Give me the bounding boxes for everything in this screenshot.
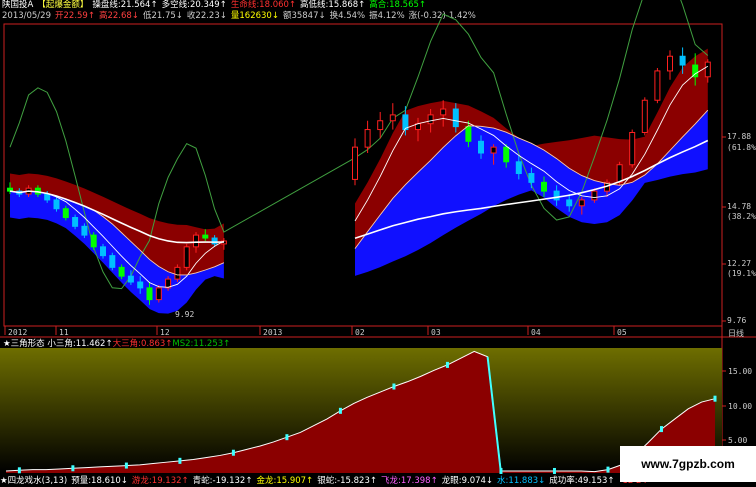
date-tick-label: 11 [59, 328, 69, 337]
triangle-legend: ★三角形态 小三角:11.462↑大三角:0.863↑MS2:11.253↑ [3, 339, 230, 350]
candle-body [183, 246, 190, 268]
candle-body [389, 114, 396, 122]
triangle-marker [552, 467, 556, 474]
triangle-tick-label: 5.00 [728, 436, 747, 445]
triangle-marker [713, 395, 717, 402]
candle-body [654, 70, 661, 101]
price-tick-label: (38.2%) [727, 212, 756, 221]
triangle-marker [445, 361, 449, 368]
triangle-marker [659, 426, 663, 433]
bottom-indicator-2: 青蛇:-19.132↑ [192, 476, 253, 486]
price-tick-label: (61.8%) [727, 143, 756, 152]
triangle-marker [285, 434, 289, 441]
candle-body [629, 131, 636, 166]
triangle-tick-label: 10.00 [728, 402, 752, 411]
date-tick-label: 05 [617, 328, 627, 337]
candle-body [515, 161, 522, 175]
triangle-legend-item-0: 小三角:11.462↑ [47, 339, 113, 349]
candle-body [465, 126, 472, 142]
price-tick-label: (19.1%) [727, 269, 756, 278]
candle-body [578, 199, 585, 207]
price-tick-label: 9.76 [727, 316, 746, 325]
bottom-indicator-6: 龙眼:9.074↓ [441, 476, 494, 486]
triangle-marker [17, 467, 21, 474]
triangle-axis: 15.00 10.00 5.00 [722, 367, 752, 445]
candle-body [528, 173, 535, 183]
candle-body [427, 114, 434, 125]
chart-canvas[interactable]: 9.92 17.88 (61.8%) 14.78(38.2%) 12.27(19.1%… [0, 0, 756, 487]
candle-body [62, 208, 69, 219]
candle-body [202, 234, 209, 239]
candle-body [211, 237, 218, 245]
candle-body [146, 287, 153, 301]
triangle-marker [392, 383, 396, 390]
bottom-indicator-4: 银蛇:-15.823↑ [317, 476, 377, 486]
price-tick-label: 17.88 [727, 132, 751, 141]
date-tick-label: 12 [160, 328, 170, 337]
candle-body [490, 146, 497, 154]
period-label: 日线 [728, 328, 744, 338]
candle-body [591, 190, 598, 201]
bottom-indicator-0: 预量:18.610↓ [71, 476, 128, 486]
candle-body [503, 146, 510, 163]
candle-body [44, 193, 51, 201]
triangle-legend-item-1: 大三角:0.863↑ [112, 339, 173, 349]
triangle-marker [71, 465, 75, 472]
date-axis: 2012 11 12 2013 02 03 04 05 [4, 326, 627, 337]
candle-body [174, 266, 181, 280]
candle-body [440, 108, 447, 116]
date-tick-label: 2012 [8, 328, 27, 337]
candle-body [541, 181, 547, 192]
candle-body [667, 55, 673, 72]
candle-body [81, 225, 88, 236]
bottom-indicator-3: 金龙:15.907↑ [256, 476, 314, 486]
candle-body [193, 234, 199, 248]
price-tick-label: 12.27 [727, 259, 751, 268]
bottom-indicator-7: 水:11.883↓ [497, 476, 546, 486]
low-price-annotation: 9.92 [175, 310, 194, 319]
candle-body [616, 164, 623, 183]
candle-body [118, 266, 125, 277]
candle-body [641, 99, 648, 133]
date-tick-label: 03 [431, 328, 441, 337]
candle-body [679, 55, 686, 66]
price-axis: 17.88 (61.8%) 14.78(38.2%) 12.27(19.1%) 9.76… [722, 132, 756, 338]
date-tick-label: 04 [531, 328, 541, 337]
candle-body [377, 120, 384, 131]
triangle-marker [124, 462, 128, 469]
date-tick-label: 02 [355, 328, 365, 337]
candle-body [137, 281, 144, 289]
triangle-marker [231, 449, 235, 456]
triangle-legend-item-2: MS2:11.253↑ [172, 339, 231, 349]
date-tick-label: 2013 [263, 328, 282, 337]
bottom-title: ★四龙戏水(3,13) [0, 476, 68, 486]
candle-body [90, 234, 97, 248]
candle-body [566, 199, 573, 207]
candle-body [100, 246, 106, 257]
candle-body [72, 217, 79, 227]
candle-body [452, 108, 459, 128]
candle-body [53, 199, 60, 210]
candle-body [704, 61, 711, 78]
price-tick-label: 14.78 [727, 202, 751, 211]
candle-body [364, 129, 371, 148]
candle-body [478, 140, 484, 154]
candle-body [109, 255, 116, 268]
ma-bands [10, 48, 708, 314]
bottom-indicator-1: 游龙:19.132↑ [131, 476, 189, 486]
candle-body [553, 190, 560, 201]
bottom-indicator-8: 成功率:49.153↑ [549, 476, 615, 486]
bottom-indicator-5: 飞龙:17.398↑ [380, 476, 438, 486]
triangle-title: ★三角形态 [3, 339, 45, 349]
candle-body [352, 146, 358, 180]
triangle-marker [338, 407, 342, 414]
watermark: www.7gpzb.com [620, 446, 756, 482]
triangle-marker [178, 457, 182, 464]
triangle-panel [0, 348, 722, 474]
candle-body [155, 287, 162, 301]
candle-body [127, 275, 134, 283]
triangle-tick-label: 15.00 [728, 367, 752, 376]
triangle-marker [606, 466, 610, 473]
